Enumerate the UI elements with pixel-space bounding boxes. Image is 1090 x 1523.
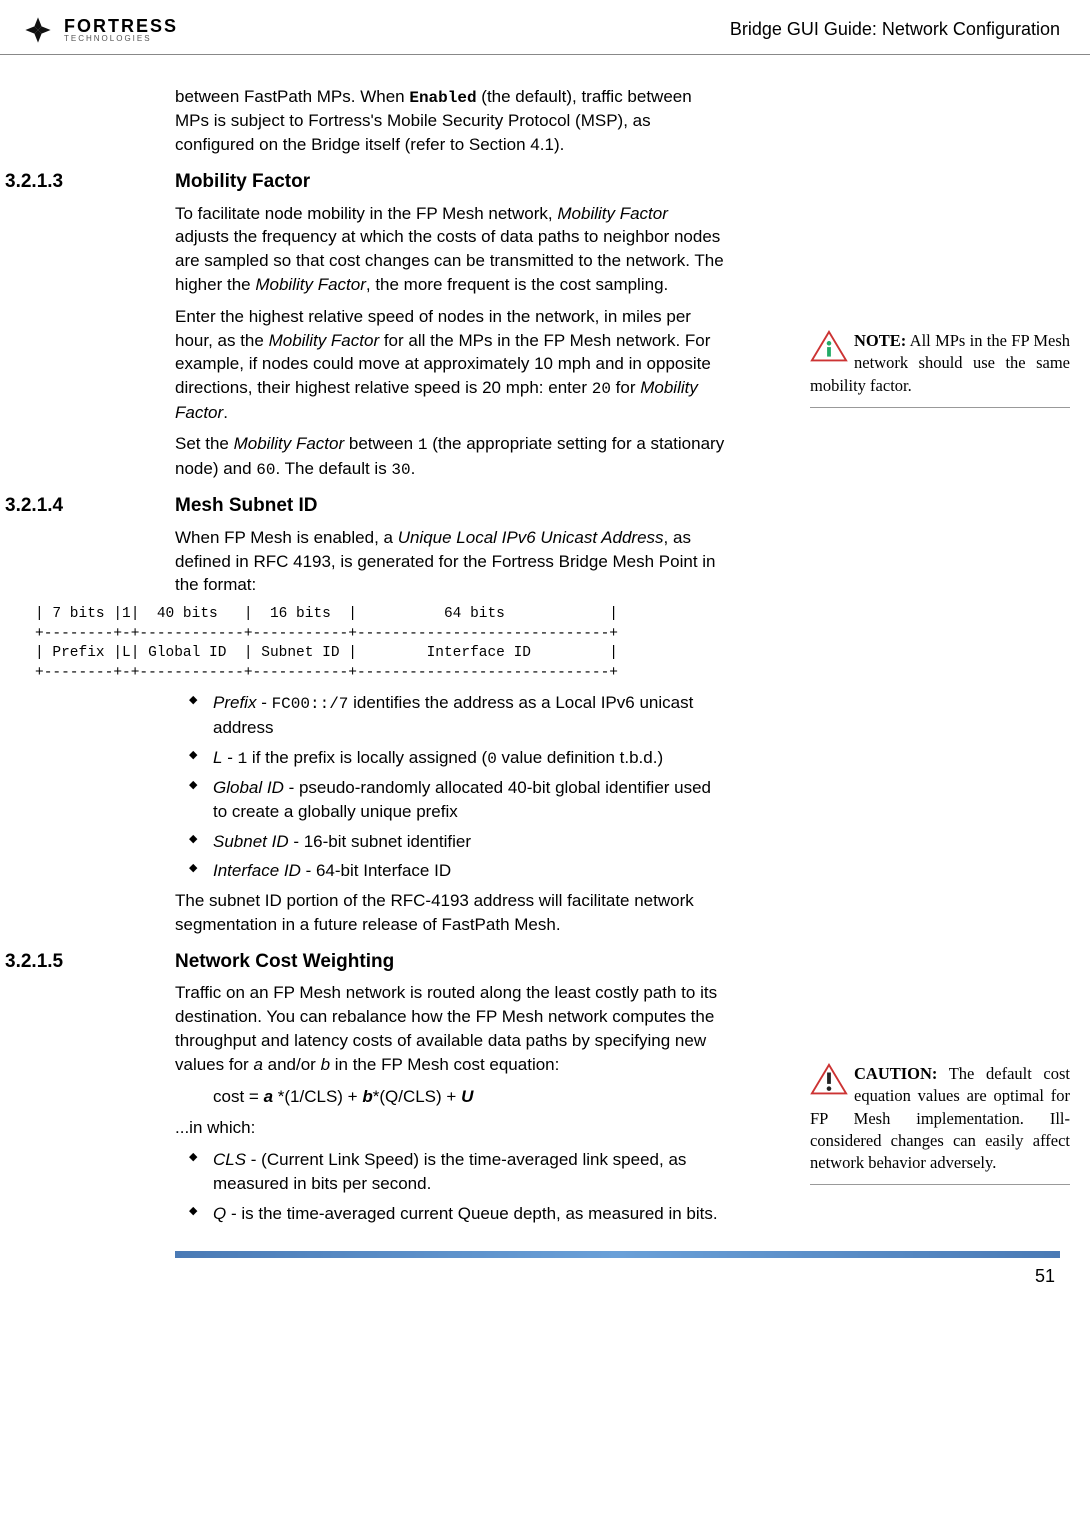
heading-network-cost-weighting: 3.2.1.5 Network Cost Weighting	[5, 949, 725, 976]
body-text: To facilitate node mobility in the FP Me…	[175, 202, 725, 297]
note-label: NOTE:	[854, 331, 906, 350]
logo: FORTRESS TECHNOLOGIES	[20, 12, 178, 48]
body-text: The subnet ID portion of the RFC-4193 ad…	[175, 889, 725, 937]
ipv6-address-diagram: | 7 bits |1| 40 bits | 16 bits | 64 bits…	[35, 605, 725, 683]
page-header: FORTRESS TECHNOLOGIES Bridge GUI Guide: …	[0, 0, 1090, 55]
note-text: All MPs in the FP Mesh net­work should u…	[810, 331, 1070, 395]
list-item: Global ID - pseudo-randomly allocated 40…	[193, 776, 725, 824]
footer-divider	[175, 1251, 1060, 1258]
body-text: Enter the highest relative speed of node…	[175, 305, 725, 425]
brand-sub: TECHNOLOGIES	[64, 35, 178, 42]
doc-title: Bridge GUI Guide: Network Configuration	[730, 17, 1060, 42]
list-item: Q - is the time-averaged current Queue d…	[193, 1202, 725, 1226]
caution-box: CAUTION: The de­fault cost equa­tion val…	[810, 1063, 1070, 1185]
list-item: CLS - (Current Link Speed) is the time-a…	[193, 1148, 725, 1196]
address-field-list: Prefix - FC00::/7 identifies the address…	[193, 691, 725, 883]
body-text: Traffic on an FP Mesh network is routed …	[175, 981, 725, 1076]
page-number: 51	[0, 1264, 1090, 1289]
list-item: Subnet ID - 16-bit subnet identifier	[193, 830, 725, 854]
heading-mesh-subnet-id: 3.2.1.4 Mesh Subnet ID	[5, 493, 725, 520]
list-item: Interface ID - 64-bit Interface ID	[193, 859, 725, 883]
info-icon	[810, 330, 848, 362]
caution-text: The de­fault cost equa­tion values are o…	[810, 1064, 1070, 1172]
list-item: L - 1 if the prefix is locally assigned …	[193, 746, 725, 770]
fortress-logo-icon	[20, 12, 56, 48]
body-text: ...in which:	[175, 1116, 725, 1140]
heading-mobility-factor: 3.2.1.3 Mobility Factor	[5, 169, 725, 196]
body-text: Set the Mobility Factor between 1 (the a…	[175, 432, 725, 481]
list-item: Prefix - FC00::/7 identifies the address…	[193, 691, 725, 739]
brand-name: FORTRESS	[64, 18, 178, 34]
equation-terms-list: CLS - (Current Link Speed) is the time-a…	[193, 1148, 725, 1225]
intro-paragraph: between FastPath MPs. When Enabled (the …	[175, 85, 725, 157]
caution-label: CAUTION:	[854, 1064, 937, 1083]
warning-icon	[810, 1063, 848, 1095]
cost-equation: cost = a *(1/CLS) + b*(Q/CLS) + U	[213, 1085, 725, 1109]
body-text: When FP Mesh is enabled, a Unique Local …	[175, 526, 725, 597]
note-box: NOTE: All MPs in the FP Mesh net­work sh…	[810, 330, 1070, 408]
